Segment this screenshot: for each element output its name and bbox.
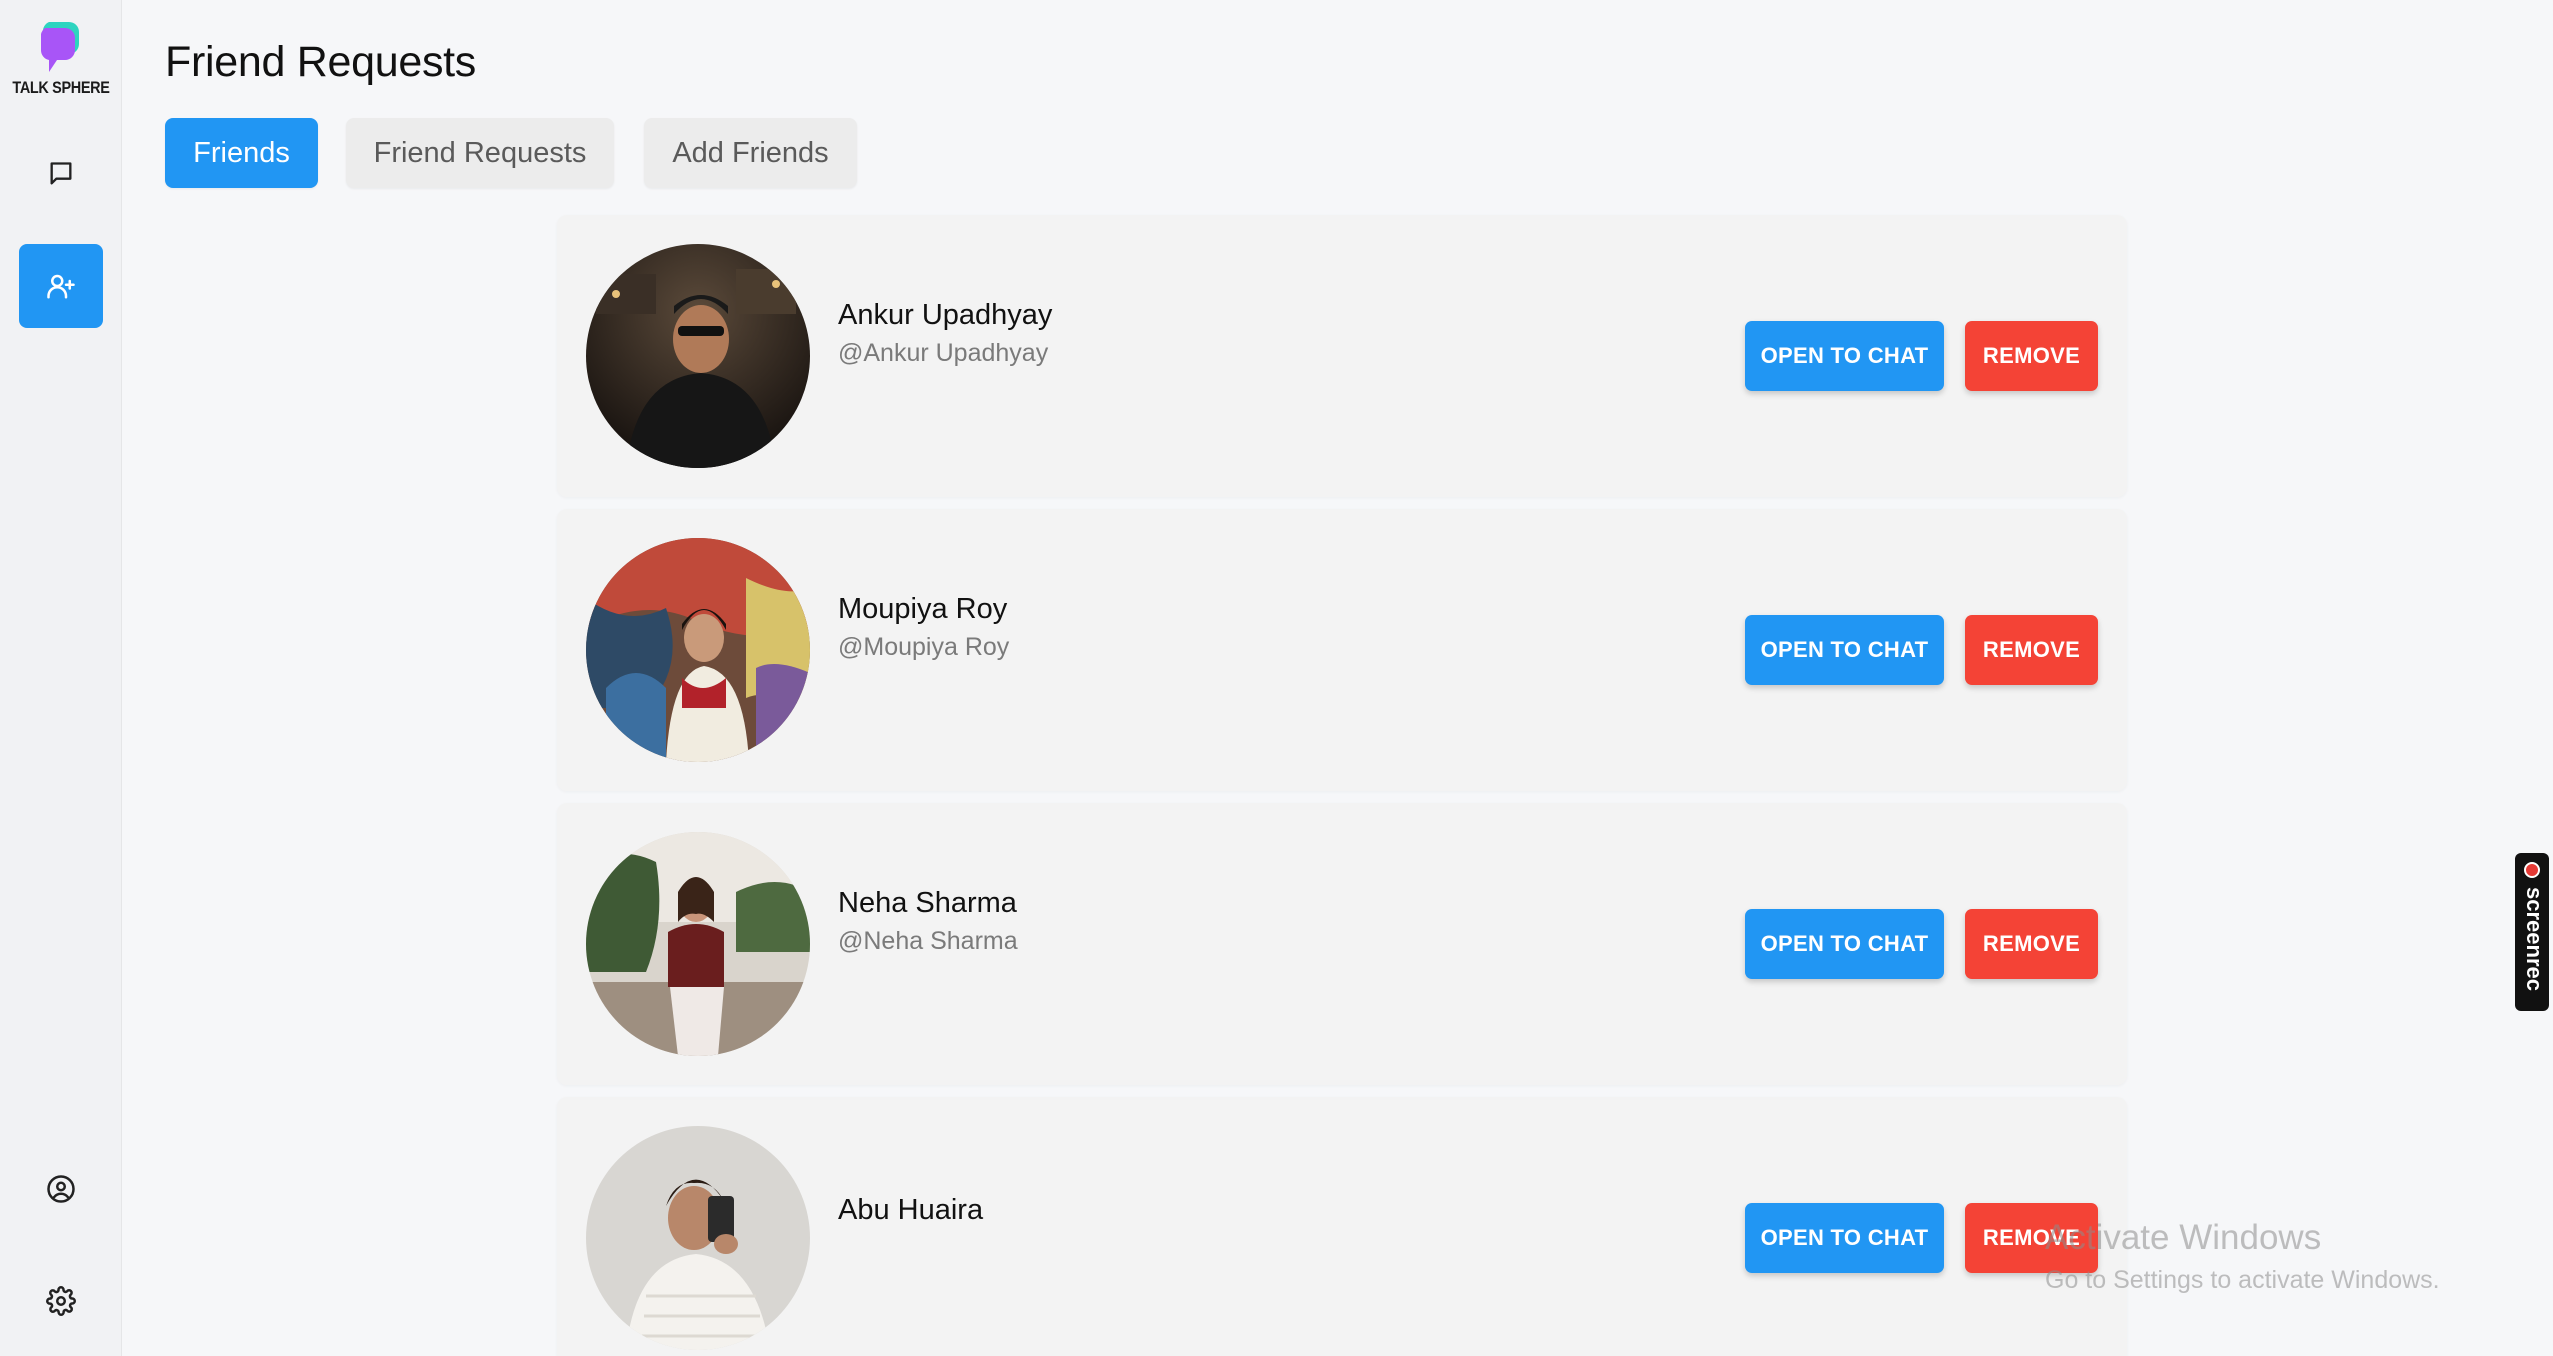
- friend-name: Abu Huaira: [838, 1194, 984, 1226]
- app-name: TALK SPHERE: [12, 78, 110, 97]
- chat-bubble-icon: [50, 162, 72, 185]
- activate-windows-title: Activate Windows: [2045, 1218, 2322, 1257]
- nav-chats[interactable]: [19, 132, 103, 216]
- profile-icon: [47, 1175, 75, 1203]
- screenrec-badge[interactable]: screenrec: [2515, 853, 2549, 1011]
- friend-name: Neha Sharma: [838, 887, 1017, 919]
- friend-name: Moupiya Roy: [838, 593, 1008, 625]
- record-icon: [2524, 862, 2540, 878]
- add-user-icon: [47, 274, 75, 299]
- nav-friends[interactable]: [19, 244, 103, 328]
- tab-add-friends[interactable]: Add Friends: [644, 118, 857, 188]
- open-to-chat-button[interactable]: OPEN TO CHAT: [1745, 615, 1944, 685]
- friend-card: Abu Huaira OPEN TO CHAT REMOVE: [557, 1097, 2127, 1356]
- open-to-chat-button[interactable]: OPEN TO CHAT: [1745, 909, 1944, 979]
- tab-friend-requests[interactable]: Friend Requests: [346, 118, 614, 188]
- friend-handle: @Neha Sharma: [838, 927, 1018, 955]
- avatar: [586, 1126, 810, 1350]
- friend-handle: @Moupiya Roy: [838, 633, 1010, 661]
- remove-button[interactable]: REMOVE: [1965, 909, 2098, 979]
- remove-button[interactable]: REMOVE: [1965, 615, 2098, 685]
- avatar: [586, 832, 810, 1056]
- screenrec-label: screenrec: [2522, 887, 2547, 991]
- app-logo[interactable]: TALK SPHERE: [0, 18, 122, 98]
- sidebar: TALK SPHERE: [0, 0, 122, 1356]
- open-to-chat-button[interactable]: OPEN TO CHAT: [1745, 321, 1944, 391]
- friend-card: Moupiya Roy @Moupiya Roy OPEN TO CHAT RE…: [557, 509, 2127, 791]
- tab-friends[interactable]: Friends: [165, 118, 318, 188]
- open-to-chat-button[interactable]: OPEN TO CHAT: [1745, 1203, 1944, 1273]
- page-title: Friend Requests: [165, 38, 476, 86]
- friend-handle: @Ankur Upadhyay: [838, 339, 1049, 367]
- gear-icon: [46, 1286, 76, 1316]
- nav-profile[interactable]: [19, 1147, 103, 1231]
- activate-windows-subtitle: Go to Settings to activate Windows.: [2045, 1266, 2440, 1294]
- friend-name: Ankur Upadhyay: [838, 299, 1053, 331]
- nav-settings[interactable]: [19, 1259, 103, 1343]
- avatar: [586, 538, 810, 762]
- avatar: [586, 244, 810, 468]
- talk-sphere-logo-icon: [41, 22, 79, 72]
- friend-card: Ankur Upadhyay @Ankur Upadhyay OPEN TO C…: [557, 215, 2127, 497]
- friend-card: Neha Sharma @Neha Sharma OPEN TO CHAT RE…: [557, 803, 2127, 1085]
- remove-button[interactable]: REMOVE: [1965, 321, 2098, 391]
